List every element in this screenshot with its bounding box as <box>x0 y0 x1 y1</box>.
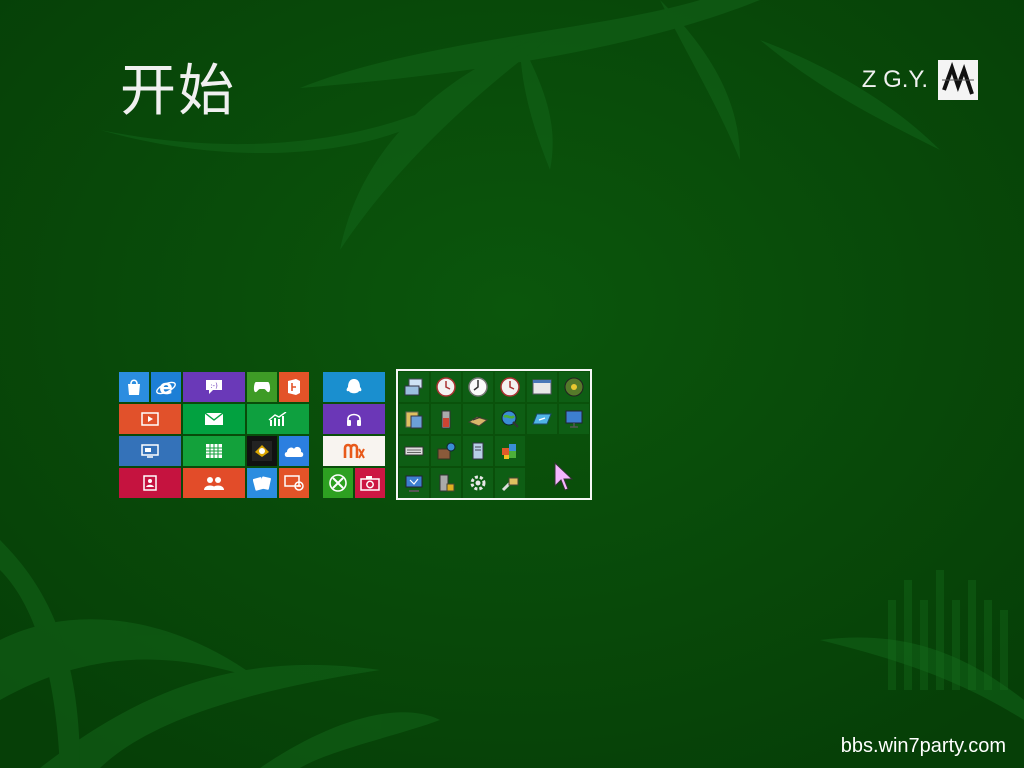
finance-tile[interactable] <box>247 404 309 434</box>
lock-icon <box>439 474 455 492</box>
calendar-tile[interactable] <box>183 436 245 466</box>
people-tile[interactable] <box>183 468 245 498</box>
puzzle-icon <box>502 444 516 459</box>
monitor-icon <box>141 444 159 458</box>
camera-tile[interactable] <box>355 468 385 498</box>
gamepad-icon <box>253 382 271 393</box>
battery-icon <box>441 410 451 429</box>
admin-tool-package[interactable] <box>431 436 461 466</box>
desktop-link-icon <box>284 475 304 491</box>
admin-tool-lock[interactable] <box>431 468 461 498</box>
gear-icon <box>470 475 486 491</box>
play-icon <box>141 412 159 426</box>
mouse-cursor-icon <box>554 462 574 491</box>
admin-tool-clock-1[interactable] <box>431 372 461 402</box>
messaging-tile[interactable]: :-) <box>183 372 245 402</box>
cloud-icon <box>284 446 304 457</box>
admin-tool-monitor[interactable] <box>399 468 429 498</box>
qq-tile[interactable] <box>323 372 385 402</box>
admin-tool-display[interactable] <box>559 404 589 434</box>
remote-desktop-tile[interactable] <box>119 436 181 466</box>
skydrive-tile[interactable] <box>279 436 309 466</box>
chat-bubble-icon: :-) <box>206 380 222 394</box>
admin-tool-computer[interactable] <box>399 372 429 402</box>
watermark-text: bbs.win7party.com <box>840 735 1006 757</box>
xbox-tile[interactable] <box>323 468 353 498</box>
shopping-bag-icon <box>128 379 140 395</box>
window-icon <box>532 379 552 395</box>
folder-icon <box>405 411 423 429</box>
cards-icon <box>253 476 271 491</box>
office-tile[interactable] <box>279 372 309 402</box>
headphones-icon <box>347 413 361 426</box>
ie-icon: e <box>156 376 176 398</box>
network-icon <box>532 413 552 425</box>
user-name: Z G.Y. <box>861 66 928 93</box>
xbox-icon <box>329 474 347 492</box>
admin-tool-tools[interactable] <box>495 468 525 498</box>
svg-text::-): :-) <box>210 382 218 390</box>
photos-tile[interactable] <box>119 468 181 498</box>
admin-tool-network[interactable] <box>527 404 557 434</box>
admin-tool-server[interactable] <box>463 436 493 466</box>
computer-icon <box>404 378 423 396</box>
tools-icon <box>501 477 519 492</box>
store-tile[interactable] <box>119 372 149 402</box>
server-icon <box>472 442 484 460</box>
people-icon <box>204 477 224 490</box>
chart-icon <box>268 412 287 426</box>
envelope-icon <box>205 413 223 425</box>
solitaire-tile[interactable] <box>247 468 277 498</box>
svg-text:e: e <box>159 376 173 398</box>
camera-icon <box>360 476 380 491</box>
keyboard-icon <box>404 446 424 456</box>
admin-tool-clock-2[interactable] <box>463 372 493 402</box>
music-tile[interactable] <box>323 404 385 434</box>
user-account[interactable]: Z G.Y. <box>862 60 978 100</box>
media-icon <box>252 441 272 461</box>
globe-icon <box>501 410 519 428</box>
mx-tile[interactable] <box>323 436 385 466</box>
mail-tile[interactable] <box>183 404 245 434</box>
grid-icon <box>206 444 222 458</box>
photo-icon <box>143 475 157 491</box>
user-avatar <box>938 60 978 100</box>
start-title: 开始 <box>120 59 236 124</box>
clock-icon <box>468 377 488 397</box>
admin-tool-globe[interactable] <box>495 404 525 434</box>
monitor-icon <box>405 475 423 492</box>
admin-tool-gear[interactable] <box>463 468 493 498</box>
display-icon <box>565 410 583 428</box>
admin-tool-keyboard[interactable] <box>399 436 429 466</box>
avatar-logo-icon <box>938 60 978 100</box>
disc-icon <box>564 377 584 397</box>
games-tile[interactable] <box>247 372 277 402</box>
admin-tool-drive[interactable] <box>463 404 493 434</box>
internet-explorer-tile[interactable]: e <box>151 372 181 402</box>
clock-icon <box>500 377 520 397</box>
admin-tool-puzzle[interactable] <box>495 436 525 466</box>
desktop-connection-tile[interactable] <box>279 468 309 498</box>
admin-tool-window[interactable] <box>527 372 557 402</box>
admin-tool-clock-3[interactable] <box>495 372 525 402</box>
admin-tool-battery[interactable] <box>431 404 461 434</box>
office-icon <box>288 379 300 395</box>
admin-tool-folder[interactable] <box>399 404 429 434</box>
media-tile[interactable] <box>247 436 277 466</box>
mx-logo-icon <box>343 443 365 459</box>
clock-icon <box>436 377 456 397</box>
admin-tool-disc[interactable] <box>559 372 589 402</box>
package-icon <box>437 442 456 460</box>
penguin-icon <box>346 379 362 394</box>
drive-icon <box>467 416 489 427</box>
video-tile[interactable] <box>119 404 181 434</box>
